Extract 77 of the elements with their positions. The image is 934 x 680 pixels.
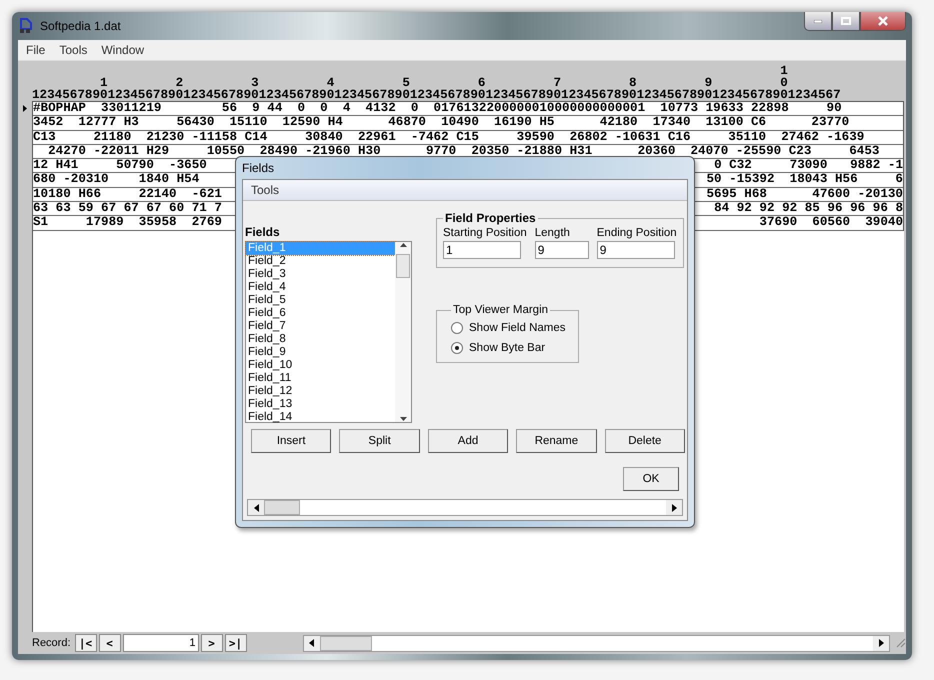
ok-button[interactable]: OK xyxy=(623,467,679,491)
data-row-text: 10180 H66 22140 -621 xyxy=(33,188,222,202)
menu-item[interactable]: Tools xyxy=(59,43,88,57)
radio-option[interactable]: Show Byte Bar xyxy=(451,342,566,354)
record-field[interactable]: 1 xyxy=(122,634,199,652)
list-item[interactable]: Field_3 xyxy=(246,268,395,281)
horizontal-scrollbar[interactable] xyxy=(302,634,890,652)
list-item[interactable]: Field_14 xyxy=(246,411,395,424)
data-row-text: 37690 60560 39040 xyxy=(759,216,903,230)
list-item[interactable]: Field_8 xyxy=(246,333,395,346)
list-item[interactable]: Field_6 xyxy=(246,307,395,320)
resize-grip-icon xyxy=(896,638,906,648)
list-item[interactable]: Field_5 xyxy=(246,294,395,307)
byte-ruler: 1 1 2 3 4 5 6 7 8 9 0 12345678901234567890123456789012345678901234567890123456789012345678901234567890123456789012345678901234567 xyxy=(32,65,842,101)
app-icon xyxy=(18,18,34,34)
close-button[interactable] xyxy=(860,12,906,31)
right-arrow-icon xyxy=(672,504,676,512)
right-arrow-icon xyxy=(878,639,884,647)
menu-item[interactable]: Window xyxy=(101,43,144,57)
close-icon xyxy=(878,16,888,26)
field-label: Length xyxy=(534,227,571,239)
field-label: Ending Position xyxy=(596,227,677,239)
data-row: #BOPHAP 33011219 56 9 44 0 0 4 4132 0 0176132200000010000000000001 10773 19633 22898 90 xyxy=(33,102,903,116)
dialog-title: Fields xyxy=(242,160,276,177)
group-title: Field Properties xyxy=(444,211,537,225)
input-field[interactable]: 9 xyxy=(596,241,675,259)
horizontal-scrollbar[interactable] xyxy=(247,499,683,516)
fields-list[interactable]: Field_1 Field_2 Field_3 Field_4 Field_5 Field_6 Field_7 Field_8 Field_9 Field_10 Field_11 Field_12 Field_13 Field_14 xyxy=(245,241,412,423)
maximize-button[interactable] xyxy=(832,12,860,31)
scrollbar-thumb[interactable] xyxy=(264,500,300,515)
list-item[interactable]: Field_9 xyxy=(246,346,395,359)
data-row-text: 84 92 92 92 85 96 96 96 8 xyxy=(714,202,903,216)
dialog-button[interactable]: Rename xyxy=(516,429,597,453)
field-label: Starting Position xyxy=(443,227,527,239)
data-row: 3452 12777 H3 56430 15110 12590 H4 46870 10490 16190 H5 42180 17340 13100 C6 23770 xyxy=(33,116,903,131)
radio-option[interactable]: Show Field Names xyxy=(451,322,566,334)
data-row-text: 63 63 59 67 67 67 60 71 7 xyxy=(33,202,222,216)
list-item[interactable]: Field_11 xyxy=(246,372,395,385)
scrollbar-thumb[interactable] xyxy=(396,254,410,278)
list-item[interactable]: Field_10 xyxy=(246,359,395,372)
up-arrow-icon xyxy=(400,242,406,248)
previous-record-button[interactable]: < xyxy=(98,634,121,652)
down-arrow-icon xyxy=(400,416,406,422)
maximize-icon xyxy=(841,17,851,25)
dialog-button[interactable]: Add xyxy=(428,429,508,453)
left-arrow-icon xyxy=(254,504,258,512)
scrollbar-thumb[interactable] xyxy=(320,636,372,650)
list-item[interactable]: Field_4 xyxy=(246,281,395,294)
list-item[interactable]: Field_2 xyxy=(246,255,395,268)
data-row: C13 21180 21230 -11158 C14 30840 22961 -7462 C15 39590 26802 -10631 C16 35110 27462 -1639 xyxy=(33,130,903,145)
vertical-scrollbar[interactable] xyxy=(395,242,411,422)
list-item[interactable]: Field_12 xyxy=(246,385,395,398)
input-field[interactable]: 9 xyxy=(534,241,589,259)
record-label: Record: xyxy=(32,637,71,649)
next-record-button[interactable]: > xyxy=(200,634,223,652)
minimize-button[interactable] xyxy=(804,12,832,31)
dialog-button[interactable]: Insert xyxy=(251,429,332,453)
window-title: Softpedia 1.dat xyxy=(40,19,121,33)
data-row-text: 5695 H68 47600 -20130 xyxy=(706,188,903,202)
data-row-text: 680 -20310 1840 H54 xyxy=(33,173,200,187)
data-row-text: 0 C32 73090 9882 -1 xyxy=(714,159,903,172)
dialog-button[interactable]: Delete xyxy=(604,429,686,453)
data-row-text: 12 H41 50790 -3650 xyxy=(33,159,207,172)
data-row-text: 50 -15392 18043 H56 6 xyxy=(706,173,903,187)
left-arrow-icon xyxy=(309,639,314,647)
minimize-icon xyxy=(814,20,822,22)
list-label: Fields xyxy=(245,225,281,239)
last-record-button[interactable]: >| xyxy=(224,634,247,652)
menu-item[interactable]: File xyxy=(26,43,46,57)
menu-item[interactable]: Tools xyxy=(251,183,280,197)
data-row-text: S1 17989 35958 2769 xyxy=(33,216,222,230)
list-item[interactable]: Field_7 xyxy=(246,320,395,333)
dialog-button[interactable]: Split xyxy=(339,429,420,453)
input-field[interactable]: 1 xyxy=(443,241,521,259)
first-record-button[interactable]: |< xyxy=(74,634,97,652)
group-title: Top Viewer Margin xyxy=(452,304,550,316)
list-item[interactable]: Field_13 xyxy=(246,398,395,411)
